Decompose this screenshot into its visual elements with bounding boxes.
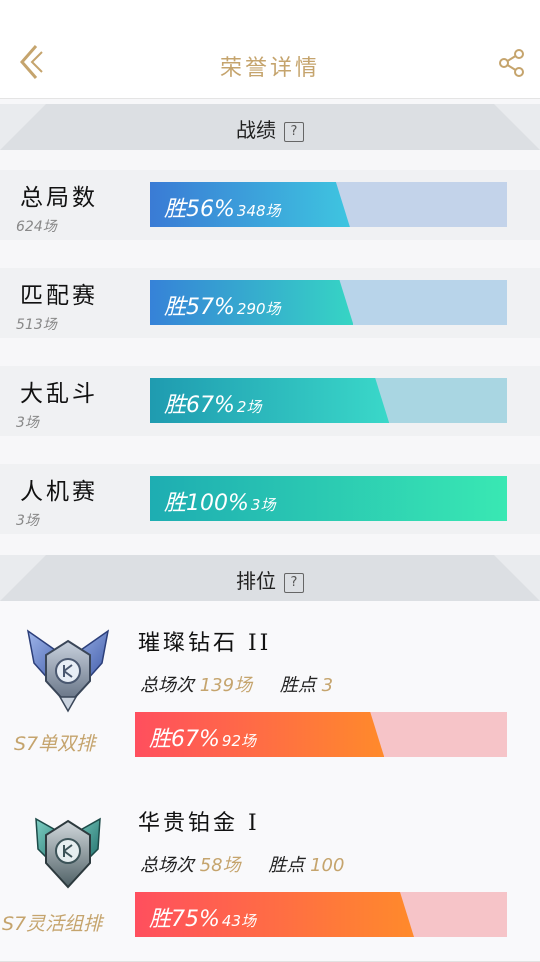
record-row-total: 总局数 624场 胜56% 348场 xyxy=(0,170,540,240)
tier-name: 璀璨钻石 II xyxy=(138,631,272,656)
total-games-label: 总场次 xyxy=(140,855,194,876)
record-count: 513场 xyxy=(16,317,57,333)
points-label: 胜点 xyxy=(279,675,316,696)
record-name: 匹配赛 xyxy=(20,283,98,309)
total-games-value: 139场 xyxy=(199,675,253,696)
rank-card-solo[interactable]: S7单双排 璀璨钻石 II 总场次 139场 胜点 3 胜67% 92场 xyxy=(0,601,540,782)
season-label: S7灵活组排 xyxy=(2,913,103,935)
points-value: 3 xyxy=(321,675,334,696)
record-name: 人机赛 xyxy=(20,479,98,505)
top-bar: 荣誉详情 xyxy=(0,0,540,99)
win-rate-bar: 胜57% 290场 xyxy=(150,280,507,325)
record-name: 总局数 xyxy=(20,185,98,211)
diamond-badge-icon xyxy=(26,629,110,713)
win-rate-label: 胜57% xyxy=(164,295,235,320)
games-label: 2场 xyxy=(236,398,262,416)
record-row-bot: 人机赛 3场 胜100% 3场 xyxy=(0,464,540,534)
platinum-badge-icon xyxy=(35,817,101,889)
rank-card-flex[interactable]: S7灵活组排 华贵铂金 I 总场次 58场 胜点 100 胜75% 43场 xyxy=(0,781,540,962)
season-label: S7单双排 xyxy=(14,733,96,755)
share-icon[interactable] xyxy=(498,48,526,78)
record-row-brawl: 大乱斗 3场 胜67% 2场 xyxy=(0,366,540,436)
record-count: 624场 xyxy=(16,219,57,235)
tier-name: 华贵铂金 I xyxy=(138,811,260,836)
win-rate-bar: 胜100% 3场 xyxy=(150,476,507,521)
total-games-value: 58场 xyxy=(199,855,241,876)
ranked-section-header: 排位? xyxy=(0,555,540,601)
page-title: 荣誉详情 xyxy=(219,56,320,81)
win-rate-label: 胜56% xyxy=(164,197,235,222)
points-label: 胜点 xyxy=(268,855,305,876)
games-label: 43场 xyxy=(221,912,256,930)
record-row-match: 匹配赛 513场 胜57% 290场 xyxy=(0,268,540,338)
record-name: 大乱斗 xyxy=(20,381,98,407)
ranked-win-rate-bar: 胜75% 43场 xyxy=(135,892,507,937)
win-rate-bar: 胜67% 2场 xyxy=(150,378,507,423)
win-rate-bar: 胜56% 348场 xyxy=(150,182,507,227)
win-rate-label: 胜75% xyxy=(149,907,220,932)
games-label: 92场 xyxy=(221,732,256,750)
games-label: 3场 xyxy=(250,496,276,514)
points-value: 100 xyxy=(310,855,345,876)
record-section-title: 战绩 xyxy=(236,118,276,142)
record-count: 3场 xyxy=(16,513,39,529)
win-rate-label: 胜100% xyxy=(164,491,249,516)
win-rate-label: 胜67% xyxy=(149,727,220,752)
ranked-win-rate-bar: 胜67% 92场 xyxy=(135,712,507,757)
record-count: 3场 xyxy=(16,415,39,431)
games-label: 290场 xyxy=(236,300,281,318)
games-label: 348场 xyxy=(236,202,281,220)
ranked-section-title: 排位 xyxy=(236,569,276,593)
record-help-icon[interactable]: ? xyxy=(284,122,304,142)
record-section-header: 战绩? xyxy=(0,104,540,150)
win-rate-label: 胜67% xyxy=(164,393,235,418)
ranked-help-icon[interactable]: ? xyxy=(284,573,304,593)
total-games-label: 总场次 xyxy=(140,675,194,696)
